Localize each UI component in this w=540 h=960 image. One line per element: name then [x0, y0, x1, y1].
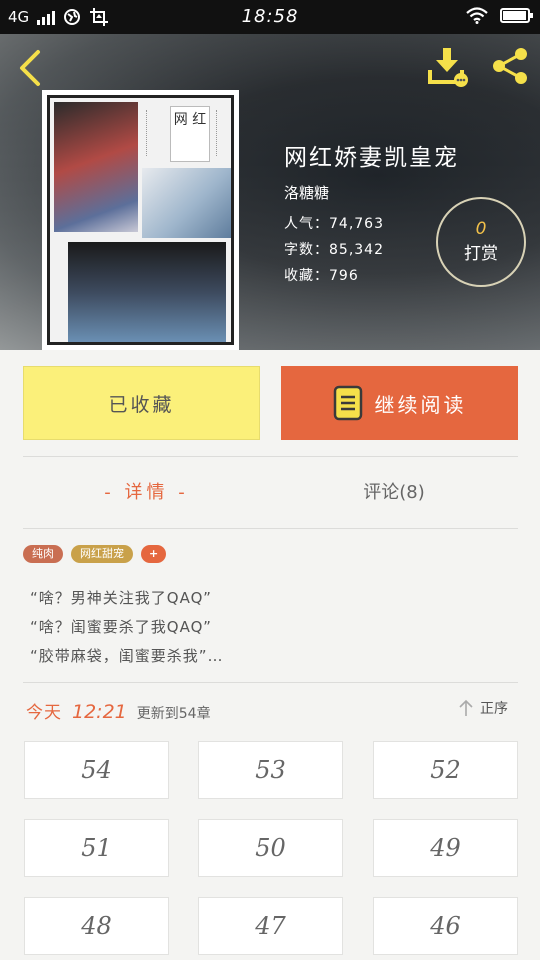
tip-button[interactable]: 0 打赏 — [436, 197, 526, 287]
continue-reading-button[interactable]: 继续阅读 — [281, 366, 518, 440]
tip-label: 打赏 — [464, 244, 498, 264]
divider — [23, 456, 518, 457]
tip-count: 0 — [475, 219, 487, 239]
status-time: 18:58 — [241, 6, 299, 27]
back-icon[interactable] — [14, 48, 48, 88]
sort-label: 正序 — [480, 701, 508, 717]
cover-photo-bottom — [68, 242, 226, 342]
summary-line: “啥？男神关注我了QAQ” — [30, 589, 212, 607]
status-right — [466, 7, 533, 24]
update-day: 今天 — [26, 703, 62, 723]
chapter-button[interactable]: 53 — [198, 741, 343, 799]
divider — [23, 528, 518, 529]
download-icon[interactable] — [428, 46, 472, 88]
cover-collage: 网 红 — [47, 95, 234, 345]
tab-comments[interactable]: 评论(8) — [270, 470, 518, 516]
battery-icon — [500, 8, 533, 23]
wifi-icon — [466, 7, 488, 24]
arrow-up-icon — [459, 699, 473, 716]
book-cover[interactable]: 网 红 — [42, 90, 239, 350]
cover-photo-top-left — [54, 102, 138, 232]
tag-list: 纯肉 网红甜宠 + — [23, 545, 167, 563]
stat-favorites: 收藏：796 — [284, 268, 359, 284]
chapter-button[interactable]: 52 — [373, 741, 518, 799]
summary-line: “啥？闺蜜要杀了我QAQ” — [30, 618, 212, 636]
book-author[interactable]: 洛糖糖 — [284, 182, 459, 203]
share-icon[interactable] — [490, 46, 530, 86]
sort-order-button[interactable]: 正序 — [458, 698, 508, 718]
divider — [23, 682, 518, 683]
tab-detail[interactable]: - 详情 - — [23, 470, 270, 516]
cover-photo-right — [142, 168, 231, 238]
book-icon — [333, 385, 362, 421]
status-bar: 4G 18:58 — [0, 0, 540, 34]
chapter-button[interactable]: 54 — [24, 741, 169, 799]
chapter-button[interactable]: 49 — [373, 819, 518, 877]
chapter-button[interactable]: 51 — [24, 819, 169, 877]
stat-popularity: 人气：74,763 — [284, 216, 384, 232]
collected-button[interactable]: 已收藏 — [23, 366, 260, 440]
update-info: 今天 12:21 更新到54章 — [26, 698, 211, 723]
stat-wordcount: 字数：85,342 — [284, 242, 384, 258]
collected-label: 已收藏 — [108, 393, 175, 416]
tag-item[interactable]: 纯肉 — [23, 545, 63, 563]
add-tag-button[interactable]: + — [141, 545, 167, 563]
chapter-button[interactable]: 47 — [198, 897, 343, 955]
cover-title-text: 网 红 — [170, 106, 210, 162]
continue-reading-label: 继续阅读 — [374, 392, 467, 417]
update-text: 更新到54章 — [136, 706, 211, 722]
book-info: 网红娇妻凯皇宠 洛糖糖 人气：74,763 字数：85,342 收藏：796 — [284, 138, 459, 289]
book-summary[interactable]: “啥？男神关注我了QAQ” “啥？闺蜜要杀了我QAQ” “胶带麻袋，闺蜜要杀我”… — [30, 584, 224, 671]
book-title: 网红娇妻凯皇宠 — [284, 145, 459, 171]
chapter-button[interactable]: 46 — [373, 897, 518, 955]
chapter-button[interactable]: 48 — [24, 897, 169, 955]
chapter-button[interactable]: 50 — [198, 819, 343, 877]
book-header: 网 红 网红娇妻凯皇宠 洛糖糖 人气：74,763 字数：85,342 收藏：7… — [0, 34, 540, 350]
update-time: 12:21 — [72, 701, 127, 723]
tag-item[interactable]: 网红甜宠 — [71, 545, 133, 563]
summary-line: “胶带麻袋，闺蜜要杀我”… — [30, 647, 224, 665]
